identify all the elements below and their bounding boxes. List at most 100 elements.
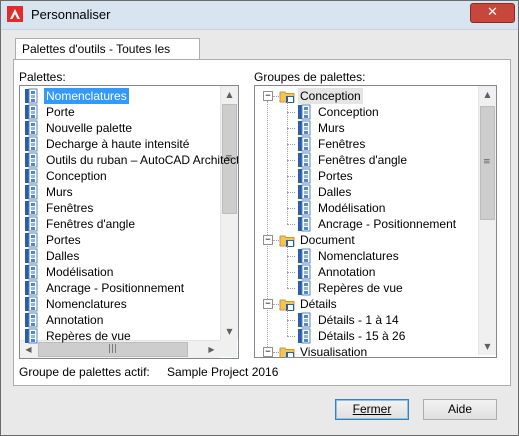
tree-connector [287,320,295,321]
tree-connector [287,128,295,129]
palette-groups-tree[interactable]: ▲ ≡ ▼ − Conception Conception Murs Fenêtres F… [254,85,497,358]
palette-group-child-item[interactable]: Nomenclatures [297,248,477,264]
palette-list-item-label: Repères de vue [46,329,131,343]
palette-icon [297,136,312,152]
palette-group-child-item[interactable]: Détails - 1 à 14 [297,312,477,328]
tree-connector [287,310,288,336]
palette-list-item[interactable]: Conception [22,168,218,184]
palette-list-item[interactable]: Porte [22,104,218,120]
palette-list-item[interactable]: Modélisation [22,264,218,280]
palette-group-child-label: Ancrage - Positionnement [318,217,457,231]
scroll-down-arrow-icon[interactable]: ▼ [479,338,496,355]
palette-group-label: Visualisation [300,345,368,358]
palette-group-item[interactable]: Conception [279,88,475,104]
palette-group-label: Document [300,233,355,247]
palette-icon [24,312,39,328]
palette-group-child-item[interactable]: Dalles [297,184,477,200]
palette-list-item-label: Nomenclatures [46,297,127,311]
tree-connector [287,256,295,257]
palette-list-item[interactable]: Fenêtres d'angle [22,216,218,232]
active-group-value: Sample Project 2016 [167,365,279,379]
palette-group-child-label: Repères de vue [318,281,403,295]
palette-list-item-label: Nouvelle palette [46,121,133,135]
tree-connector [287,246,288,288]
palette-icon [24,280,39,296]
palette-list-item[interactable]: Nomenclatures [22,296,218,312]
tree-connector [267,101,268,349]
palette-group-child-item[interactable]: Fenêtres [297,136,477,152]
palette-group-child-item[interactable]: Repères de vue [297,280,477,296]
palette-list-item-label: Ancrage - Positionnement [46,281,185,295]
palettes-list[interactable]: ▲ ≡ ▼ ◀ ||| ▶ Nomenclatures Porte Nouvelle… [19,85,239,359]
tree-connector [287,224,295,225]
palette-icon [297,216,312,232]
palette-list-item[interactable]: Repères de vue [22,328,218,344]
scroll-up-arrow-icon[interactable]: ▲ [221,86,238,103]
palette-icon [24,152,39,168]
palette-list-item[interactable]: Nouvelle palette [22,120,218,136]
palette-list-item[interactable]: Nomenclatures [22,88,218,104]
palette-list-item[interactable]: Portes [22,232,218,248]
customize-dialog: Personnaliser ✕ Palettes d'outils - Tout… [0,0,519,436]
palette-list-item-label: Nomenclatures [44,88,129,104]
palette-group-child-item[interactable]: Portes [297,168,477,184]
palette-list-item[interactable]: Decharge à haute intensité [22,136,218,152]
palette-list-item[interactable]: Fenêtres [22,200,218,216]
palette-list-item[interactable]: Outils du ruban – AutoCAD Architecture [22,152,238,168]
scroll-up-arrow-icon[interactable]: ▲ [479,86,496,103]
palette-group-child-item[interactable]: Modélisation [297,200,477,216]
palette-icon [24,216,39,232]
tree-connector [287,288,295,289]
help-button[interactable]: Aide [423,399,497,420]
scroll-down-arrow-icon[interactable]: ▼ [221,323,238,340]
palette-icon [24,200,39,216]
tree-connector [287,176,295,177]
grip-icon: ≡ [483,157,491,167]
palette-group-folder-icon [279,344,295,357]
close-window-button[interactable]: ✕ [470,3,515,23]
palette-group-child-label: Dalles [318,185,352,199]
palette-group-child-label: Conception [318,105,379,119]
palette-group-child-label: Modélisation [318,201,386,215]
active-group-label: Groupe de palettes actif: [19,365,150,379]
palette-list-item[interactable]: Ancrage - Positionnement [22,280,218,296]
palette-group-child-item[interactable]: Détails - 15 à 26 [297,328,477,344]
palette-list-item[interactable]: Dalles [22,248,218,264]
palette-group-child-item[interactable]: Murs [297,120,477,136]
palette-group-child-item[interactable]: Ancrage - Positionnement [297,216,477,232]
palette-icon [297,104,312,120]
palette-group-child-item[interactable]: Conception [297,104,477,120]
collapse-toggle-icon[interactable]: − [263,91,273,101]
tree-connector [287,272,295,273]
scroll-corner [220,340,237,357]
close-button[interactable]: Fermer [335,399,409,420]
palette-group-child-item[interactable]: Annotation [297,264,477,280]
palettes-label: Palettes: [19,70,66,84]
palette-icon [24,328,39,344]
collapse-toggle-icon[interactable]: − [263,235,273,245]
palette-icon [297,328,312,344]
palettes-vertical-scrollbar[interactable]: ▲ ≡ ▼ [220,86,238,340]
palette-icon [24,104,39,120]
palette-group-item[interactable]: Détails [279,296,475,312]
palette-icon [24,264,39,280]
close-button-label: Fermer [352,402,392,416]
palette-list-item-label: Annotation [46,313,104,327]
palette-list-item-label: Conception [46,169,107,183]
palette-icon [297,200,312,216]
palette-list-item-label: Fenêtres [46,201,94,215]
palette-group-child-item[interactable]: Fenêtres d'angle [297,152,477,168]
tab-tool-palettes[interactable]: Palettes d'outils - Toutes les palettes [15,38,200,77]
palette-groups-label: Groupes de palettes: [254,70,366,84]
palette-icon [297,120,312,136]
palette-group-child-label: Détails - 1 à 14 [318,313,399,327]
palette-icon [24,136,39,152]
palette-group-item[interactable]: Document [279,232,475,248]
collapse-toggle-icon[interactable]: − [263,299,273,309]
palette-group-item[interactable]: Visualisation [279,344,475,358]
collapse-toggle-icon[interactable]: − [263,347,273,357]
palette-list-item[interactable]: Annotation [22,312,218,328]
palette-group-label: Détails [300,297,337,311]
palette-list-item[interactable]: Murs [22,184,218,200]
groups-vertical-scrollbar[interactable]: ▲ ≡ ▼ [478,86,496,355]
